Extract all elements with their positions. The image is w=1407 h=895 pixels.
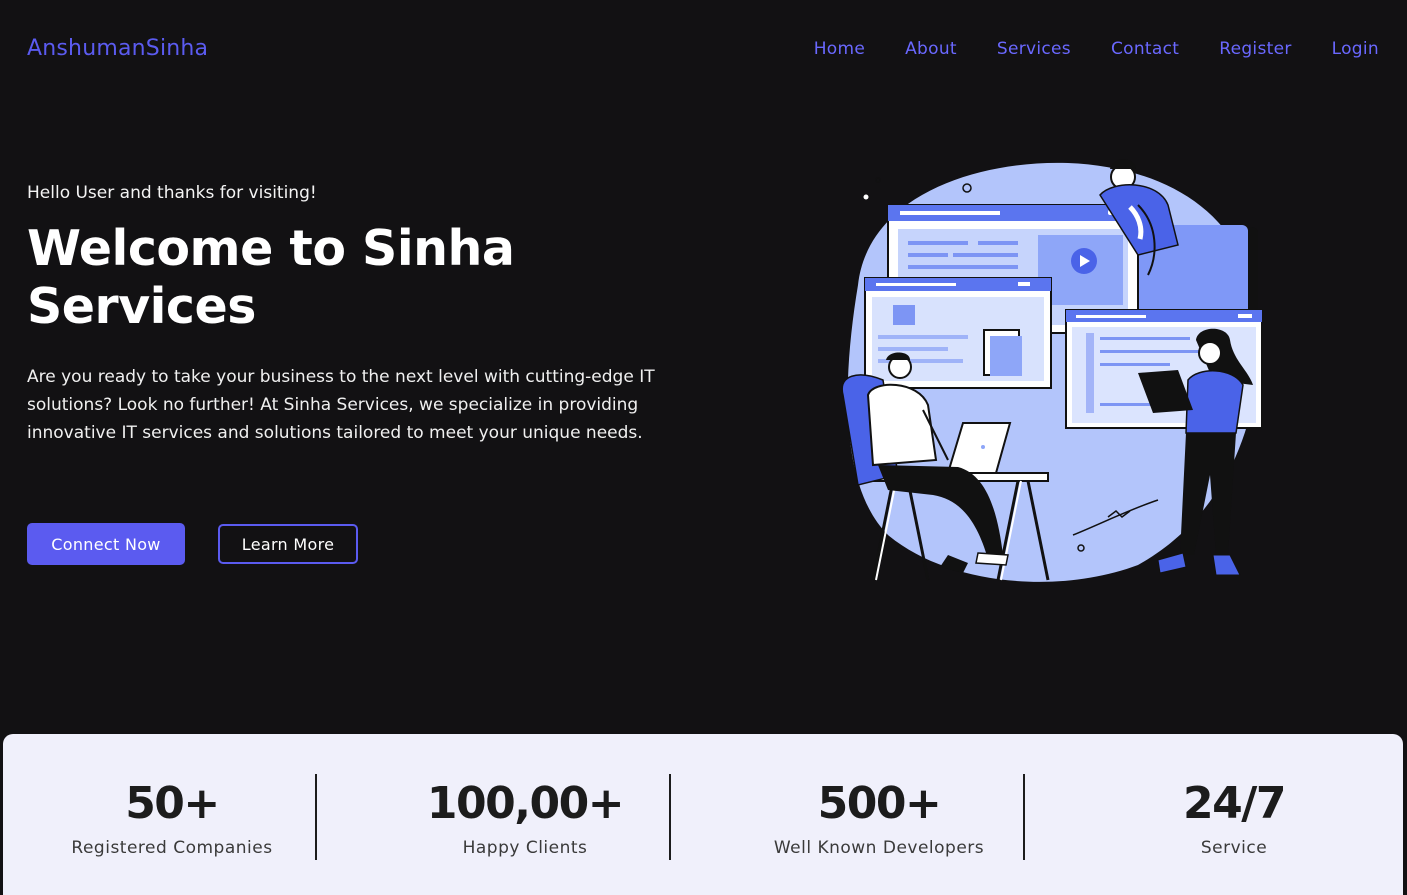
stat-divider: [1023, 774, 1025, 860]
stat-value: 500+: [817, 778, 942, 829]
stat-value: 50+: [125, 778, 220, 829]
nav-contact[interactable]: Contact: [1111, 39, 1179, 59]
stat-value: 24/7: [1183, 778, 1286, 829]
stat-label: Happy Clients: [462, 838, 588, 858]
main-nav: Home About Services Contact Register Log…: [814, 39, 1379, 59]
brand-logo[interactable]: AnshumanSinha: [27, 36, 208, 61]
nav-register[interactable]: Register: [1219, 39, 1291, 59]
nav-services[interactable]: Services: [997, 39, 1071, 59]
nav-home[interactable]: Home: [814, 39, 865, 59]
stat-registered-companies: 50+ Registered Companies: [0, 774, 349, 858]
stat-label: Service: [1200, 838, 1268, 858]
nav-login[interactable]: Login: [1332, 39, 1379, 59]
stat-divider: [315, 774, 317, 860]
stat-developers: 500+ Well Known Developers: [702, 774, 1056, 858]
hero-greeting: Hello User and thanks for visiting!: [27, 183, 317, 203]
page: AnshumanSinha Home About Services Contac…: [0, 0, 1407, 895]
stats-section: 50+ Registered Companies 100,00+ Happy C…: [3, 734, 1403, 895]
stat-happy-clients: 100,00+ Happy Clients: [348, 774, 702, 858]
stat-label: Registered Companies: [71, 838, 273, 858]
hero-description: Are you ready to take your business to t…: [27, 367, 655, 443]
hero-illustration: [841, 159, 1263, 582]
connect-now-button[interactable]: Connect Now: [27, 523, 185, 565]
hero-headline: Welcome to Sinha Services: [27, 220, 515, 335]
learn-more-button[interactable]: Learn More: [218, 524, 358, 564]
stat-divider: [669, 774, 671, 860]
stat-label: Well Known Developers: [773, 838, 985, 858]
nav-about[interactable]: About: [905, 39, 957, 59]
stat-service: 24/7 Service: [1057, 774, 1407, 858]
stat-value: 100,00+: [426, 778, 625, 829]
